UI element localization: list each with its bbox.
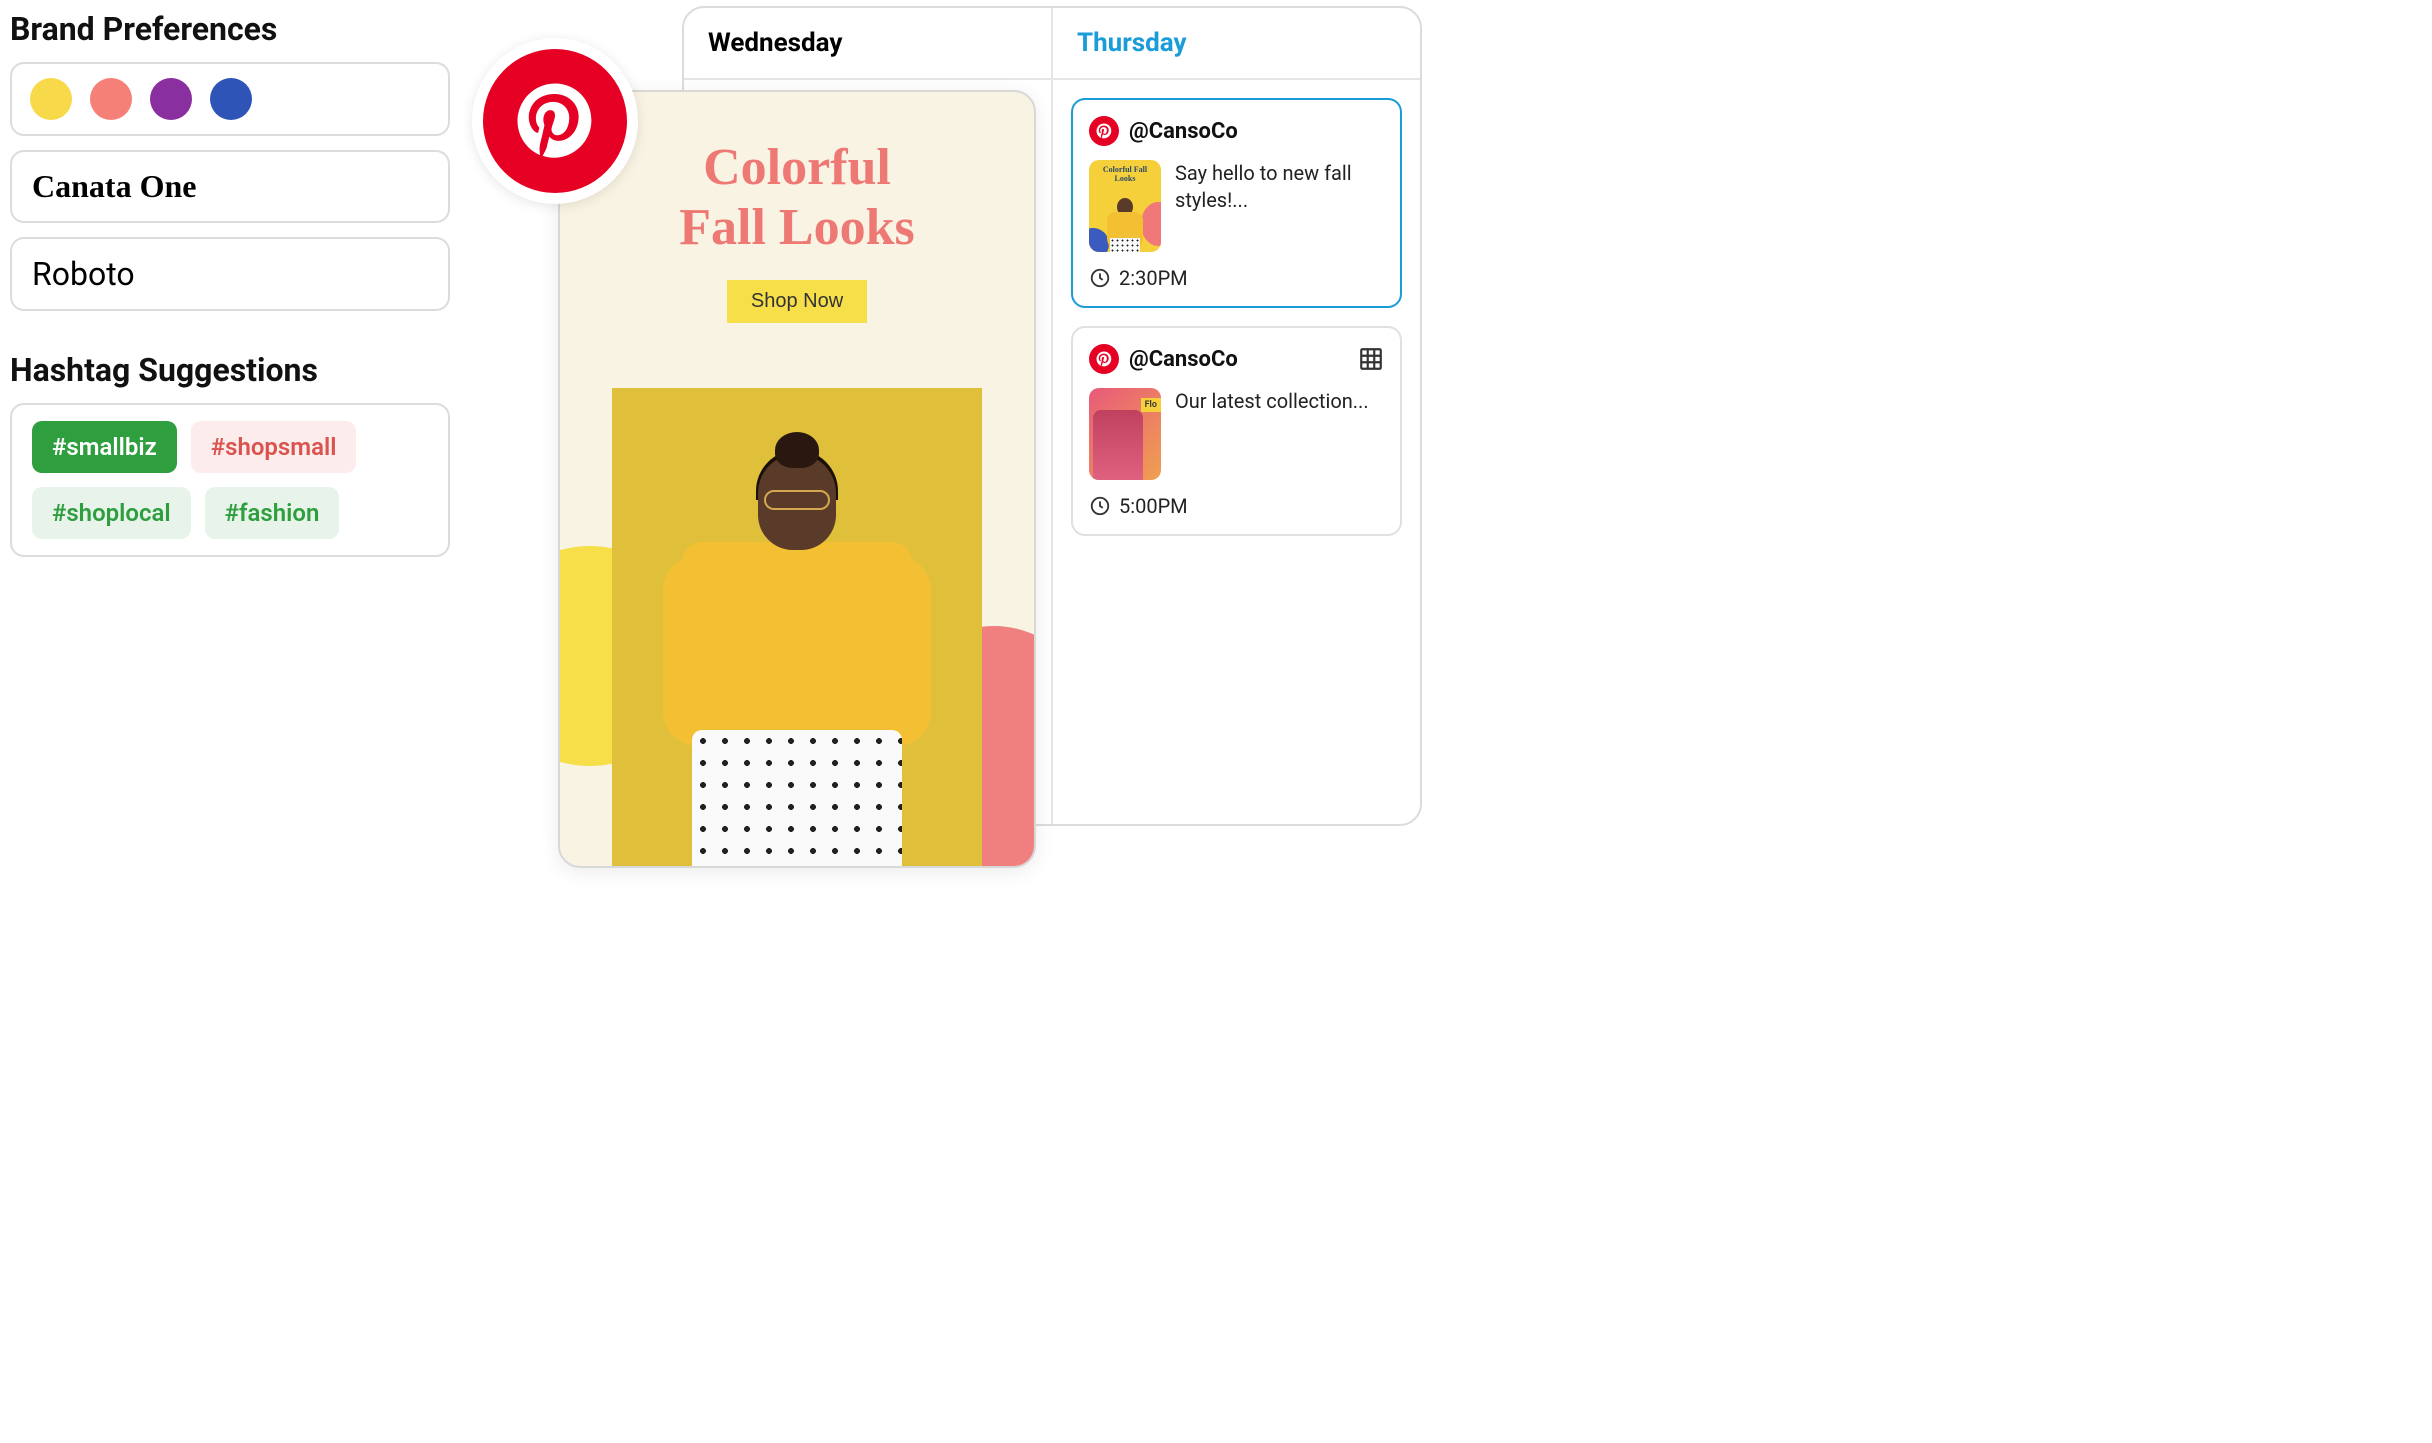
post-time: 2:30PM xyxy=(1119,266,1188,290)
font-primary-card[interactable]: Canata One xyxy=(10,150,450,223)
post-handle: @CansoCo xyxy=(1129,347,1348,372)
post-caption: Our latest collection... xyxy=(1175,388,1369,480)
post-thumbnail: Flo xyxy=(1089,388,1161,480)
color-swatch-3[interactable] xyxy=(150,78,192,120)
brand-preferences-section: Brand Preferences Canata One Roboto Hash… xyxy=(10,10,450,571)
font-secondary-label: Roboto xyxy=(32,255,428,293)
pinterest-pin-preview[interactable]: ColorfulFall Looks Shop Now xyxy=(558,90,1036,868)
pinterest-icon xyxy=(1089,116,1119,146)
hashtag-section: Hashtag Suggestions #smallbiz #shopsmall… xyxy=(10,351,450,557)
brand-colors-card[interactable] xyxy=(10,62,450,136)
clock-icon xyxy=(1089,495,1111,517)
grid-icon[interactable] xyxy=(1358,346,1384,372)
hashtag-fashion[interactable]: #fashion xyxy=(205,487,340,539)
pin-photo xyxy=(612,388,982,866)
shop-now-button[interactable]: Shop Now xyxy=(727,280,867,323)
hashtag-heading: Hashtag Suggestions xyxy=(10,351,450,389)
scheduled-post-1[interactable]: @CansoCo Colorful Fall Looks xyxy=(1071,98,1402,308)
pinterest-logo-icon xyxy=(483,49,627,193)
day-header-wednesday[interactable]: Wednesday xyxy=(684,8,1051,80)
post-caption: Say hello to new fall styles!... xyxy=(1175,160,1384,252)
color-swatch-4[interactable] xyxy=(210,78,252,120)
hashtag-card: #smallbiz #shopsmall #shoplocal #fashion xyxy=(10,403,450,557)
scheduled-post-2[interactable]: @CansoCo Flo Our latest collection... 5:… xyxy=(1071,326,1402,536)
font-secondary-card[interactable]: Roboto xyxy=(10,237,450,311)
post-handle: @CansoCo xyxy=(1129,119,1384,144)
day-header-thursday[interactable]: Thursday xyxy=(1053,8,1420,80)
pinterest-badge xyxy=(472,38,638,204)
pinterest-icon xyxy=(1089,344,1119,374)
hashtag-shoplocal[interactable]: #shoplocal xyxy=(32,487,191,539)
color-swatch-1[interactable] xyxy=(30,78,72,120)
clock-icon xyxy=(1089,267,1111,289)
calendar-col-thursday: Thursday @CansoCo Colorful Fall Looks xyxy=(1053,8,1420,824)
hashtag-shopsmall[interactable]: #shopsmall xyxy=(191,421,357,473)
font-primary-label: Canata One xyxy=(32,168,428,205)
hashtag-smallbiz[interactable]: #smallbiz xyxy=(32,421,177,473)
brand-heading: Brand Preferences xyxy=(10,10,450,48)
post-time: 5:00PM xyxy=(1119,494,1188,518)
post-thumbnail: Colorful Fall Looks xyxy=(1089,160,1161,252)
color-swatch-2[interactable] xyxy=(90,78,132,120)
